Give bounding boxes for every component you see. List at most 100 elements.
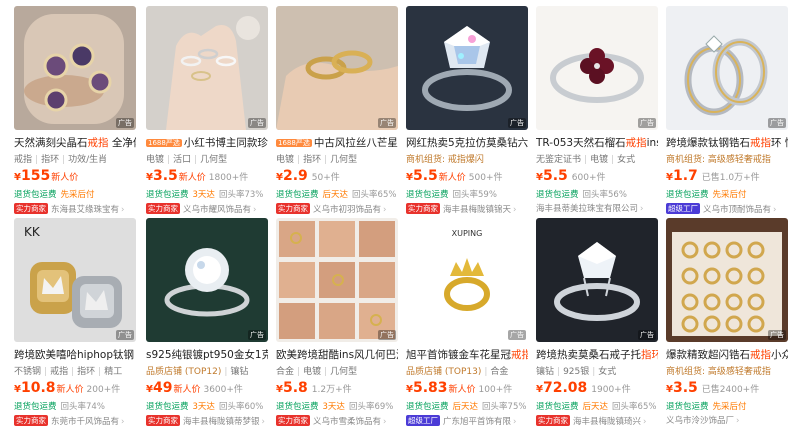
product-image[interactable]: 广告 <box>146 218 268 342</box>
product-card[interactable]: 广告 欧美跨境甜酷ins风几何巴洛 合金 | 电镀 | 几何型 ¥5.8 1.2万+件 退… <box>276 218 398 430</box>
product-title[interactable]: 网红热卖5克拉仿莫桑钻六 <box>406 136 528 150</box>
product-image[interactable]: 广告 <box>536 218 658 342</box>
product-title[interactable]: 旭平首饰镀金车花星冠戒指 <box>406 348 528 362</box>
service-row: 退货包运费 先采后付 <box>666 189 788 201</box>
product-card[interactable]: KK 广告 跨境欧美嘻哈hiphop钛钢 不锈钢 | 戒指 | 指环 | 精工 ¥10.8新… <box>14 218 136 430</box>
product-title[interactable]: 天然满刻尖晶石戒指 全净体 <box>14 136 136 150</box>
service-tag: 回头率73% <box>218 190 264 200</box>
product-card[interactable]: 广告 跨境爆款钛钢锆石戒指环 情 商机组货: 高级感轻奢戒指 ¥1.7已售1.0… <box>666 6 788 218</box>
shop-row[interactable]: 超级工厂 义乌市顶耐饰品有 › <box>666 203 788 216</box>
price-line: ¥3.5 已售2400+件 <box>666 380 788 398</box>
price-label: 新人价 <box>173 385 201 395</box>
shop-row[interactable]: 义乌市泠沙饰品厂 › <box>666 415 788 428</box>
attr-value: 活口 <box>173 155 192 165</box>
product-title[interactable]: 1688严选中古风拉丝八芒星戒 <box>276 136 398 150</box>
service-tag: 回头率75% <box>482 402 527 412</box>
service-row: 退货包运费 3天达 回头率69% <box>276 401 398 413</box>
sales-count: 已售2400+件 <box>701 385 760 395</box>
shop-name: 义乌市耀风饰品有 <box>183 205 252 215</box>
ring-photo: KK <box>14 218 136 342</box>
shop-name: 海丰县梅陇镇蒂梦银 <box>183 417 260 427</box>
product-card[interactable]: 广告 爆款精致超闪锆石戒指小众 商机组货: 高级感轻奢戒指 ¥3.5 已售2400… <box>666 218 788 430</box>
product-image[interactable]: XUPING 广告 <box>406 218 528 342</box>
price-line: ¥49新人价 3600+件 <box>146 380 268 398</box>
service-tag: 先采后付 <box>60 190 95 200</box>
price-label: 新人价 <box>448 385 476 395</box>
attr-value: 电镀 <box>276 155 295 165</box>
product-card[interactable]: 广告 跨境热卖莫桑石戒子托指环 镶钻 | 925银 | 女式 ¥72.08 1900+件 … <box>536 218 658 430</box>
product-card[interactable]: 广告 天然满刻尖晶石戒指 全净体 戒指|指环|功效/生肖 ¥155新人价 退货包… <box>14 6 136 218</box>
price-line: ¥155新人价 <box>14 168 136 186</box>
shop-row[interactable]: 实力商家 海丰县梅陇镇锦天 › <box>406 203 528 216</box>
shop-row[interactable]: 实力商家 东海县艾缘珠宝有 › <box>14 203 136 216</box>
attr-badge: 品质店铺 (TOP13) <box>406 367 482 377</box>
product-image[interactable]: 广告 <box>666 218 788 342</box>
attr-value: 指环 <box>303 155 322 165</box>
product-card[interactable]: XUPING 广告 旭平首饰镀金车花星冠戒指 品质店铺 (TOP13) | 合金 ¥… <box>406 218 528 430</box>
product-title[interactable]: 欧美跨境甜酷ins风几何巴洛 <box>276 348 398 362</box>
price: ¥155 <box>14 168 51 184</box>
product-title[interactable]: 跨境热卖莫桑石戒子托指环 <box>536 348 658 362</box>
service-tag: 退货包运费 <box>406 190 449 200</box>
shop-row[interactable]: 实力商家 义乌市初羽饰品有 › <box>276 203 398 216</box>
service-row: 退货包运费 后天达 回头率75% <box>406 401 528 413</box>
chevron-right-icon: › <box>261 417 265 427</box>
service-tag: 退货包运费 <box>146 190 189 200</box>
shop-row[interactable]: 实力商家 东莞市千风饰品有 › <box>14 415 136 428</box>
ring-photo: XUPING <box>406 218 528 342</box>
product-image[interactable]: 广告 <box>536 6 658 130</box>
product-title[interactable]: 跨境欧美嘻哈hiphop钛钢 <box>14 348 136 362</box>
product-image[interactable]: 广告 <box>276 218 398 342</box>
attr-value: 电镀 <box>146 155 165 165</box>
product-card[interactable]: 广告 网红热卖5克拉仿莫桑钻六 商机组货: 戒指爆闪 ¥5.5新人价 500+件 … <box>406 6 528 218</box>
ring-photo <box>276 218 398 342</box>
shop-row[interactable]: 超级工厂 广东旭平首饰有限 › <box>406 415 528 428</box>
shop-name: 义乌市顶耐饰品有 <box>703 205 772 215</box>
shop-name: 海丰县蒂美拉珠宝有限公司 <box>536 204 639 214</box>
product-card[interactable]: 广告 s925纯银镀pt950金女1克 品质店铺 (TOP12) | 镶钻 ¥49新… <box>146 218 268 430</box>
chevron-right-icon: › <box>383 205 387 215</box>
product-attributes: 无鉴定证书 | 电镀 | 女式 <box>536 155 636 165</box>
price: ¥5.83 <box>406 380 448 396</box>
attr-badge: 商机组货: 戒指爆闪 <box>406 155 484 165</box>
product-image[interactable]: 广告 <box>276 6 398 130</box>
attr-value: 合金 <box>490 367 509 377</box>
chevron-right-icon: › <box>121 205 125 215</box>
shop-name: 广东旭平首饰有限 <box>443 417 512 427</box>
product-image[interactable]: 广告 <box>146 6 268 130</box>
product-title[interactable]: 跨境爆款钛钢锆石戒指环 情 <box>666 136 788 150</box>
merchant-tag: 实力商家 <box>146 203 180 214</box>
price: ¥5.5 <box>406 168 438 184</box>
product-title[interactable]: 1688严选小红书博主同款珍珠 <box>146 136 268 150</box>
shop-row[interactable]: 实力商家 海丰县梅陇镇蒂梦银 › <box>146 415 268 428</box>
product-card[interactable]: 广告 1688严选中古风拉丝八芒星戒 电镀|指环|几何型 ¥2.950+件 退货… <box>276 6 398 218</box>
ad-marker: 广告 <box>116 330 134 340</box>
product-image[interactable]: 广告 <box>666 6 788 130</box>
product-image[interactable]: 广告 <box>406 6 528 130</box>
ring-photo <box>666 6 788 130</box>
shop-row[interactable]: 实力商家 义乌市雪柔饰品有 › <box>276 415 398 428</box>
service-tag: 退货包运费 <box>276 190 319 200</box>
product-card[interactable]: 广告 TR-053天然石榴石戒指ins 无鉴定证书|电镀|女式 ¥5.5600+… <box>536 6 658 218</box>
product-title[interactable]: TR-053天然石榴石戒指ins <box>536 136 658 150</box>
service-tag: 退货包运费 <box>406 402 449 412</box>
service-row: 退货包运费 回头率56% <box>536 189 658 201</box>
shop-name: 海丰县梅陇镇琦兴 <box>573 417 642 427</box>
product-title[interactable]: s925纯银镀pt950金女1克 <box>146 348 268 362</box>
shop-row[interactable]: 实力商家 义乌市耀风饰品有 › <box>146 203 268 216</box>
chevron-right-icon: › <box>253 205 257 215</box>
product-image[interactable]: KK 广告 <box>14 218 136 342</box>
product-card[interactable]: 广告 1688严选小红书博主同款珍珠 电镀|活口|几何型 ¥3.5新人价1800… <box>146 6 268 218</box>
service-tag: 退货包运费 <box>276 402 319 412</box>
shop-row[interactable]: 实力商家 海丰县梅陇镇琦兴 › <box>536 415 658 428</box>
service-row: 退货包运费 回头率74% <box>14 401 136 413</box>
product-title[interactable]: 爆款精致超闪锆石戒指小众 <box>666 348 788 362</box>
merchant-tag: 实力商家 <box>536 415 570 426</box>
price: ¥5.8 <box>276 380 308 396</box>
product-image[interactable]: 广告 <box>14 6 136 130</box>
price-line: ¥5.83新人价 100+件 <box>406 380 528 398</box>
shop-row[interactable]: 海丰县蒂美拉珠宝有限公司 › <box>536 203 658 216</box>
attr-badge: 商机组货: 高级感轻奢戒指 <box>666 367 771 377</box>
service-tag: 退货包运费 <box>536 402 579 412</box>
merchant-tag: 实力商家 <box>276 415 310 426</box>
